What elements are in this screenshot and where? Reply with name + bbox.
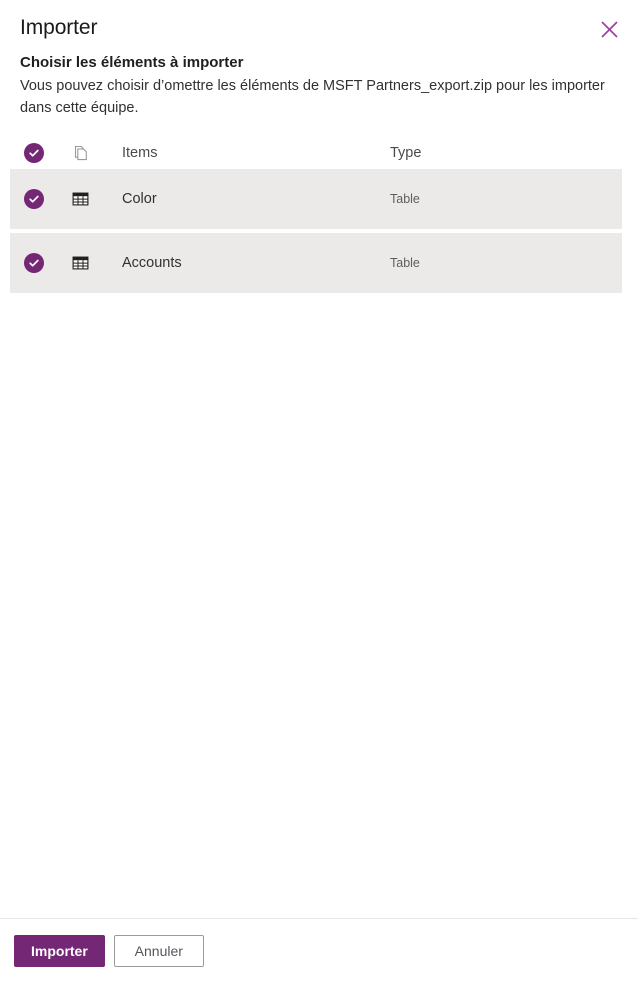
table-grid-icon (70, 253, 90, 273)
row-type-icon (70, 253, 122, 273)
section-heading: Choisir les éléments à importer (20, 54, 244, 71)
row-item-type: Table (390, 256, 420, 270)
instructions-block: Choisir les éléments à importer Vous pou… (0, 42, 638, 119)
table-row[interactable]: Color Table (10, 169, 622, 229)
checkmark-circle-icon (24, 189, 44, 209)
section-description: Vous pouvez choisir d’omettre les élémen… (20, 78, 605, 116)
import-button[interactable]: Importer (14, 934, 105, 967)
column-header-type: Type (390, 145, 422, 161)
row-item-name: Accounts (122, 255, 182, 271)
row-checkbox[interactable] (24, 189, 70, 209)
dialog-footer: Importer Annuler (0, 918, 638, 982)
checkmark-circle-icon (24, 143, 44, 163)
items-list: Items Type Color Table Accounts Table (0, 137, 638, 293)
close-button[interactable] (592, 12, 626, 46)
table-row[interactable]: Accounts Table (10, 233, 622, 293)
checkmark-circle-icon (24, 253, 44, 273)
row-item-name: Color (122, 191, 157, 207)
dialog-header: Importer (0, 0, 638, 42)
column-header-type-icon (70, 143, 122, 163)
column-header-items: Items (122, 145, 158, 161)
row-item-type: Table (390, 192, 420, 206)
copy-pages-icon (70, 143, 90, 163)
page-title: Importer (20, 16, 98, 39)
list-header-row: Items Type (10, 137, 622, 169)
close-icon (600, 20, 618, 38)
row-checkbox[interactable] (24, 253, 70, 273)
row-type-icon (70, 189, 122, 209)
table-grid-icon (70, 189, 90, 209)
cancel-button[interactable]: Annuler (113, 934, 204, 967)
select-all-checkbox[interactable] (24, 143, 70, 163)
